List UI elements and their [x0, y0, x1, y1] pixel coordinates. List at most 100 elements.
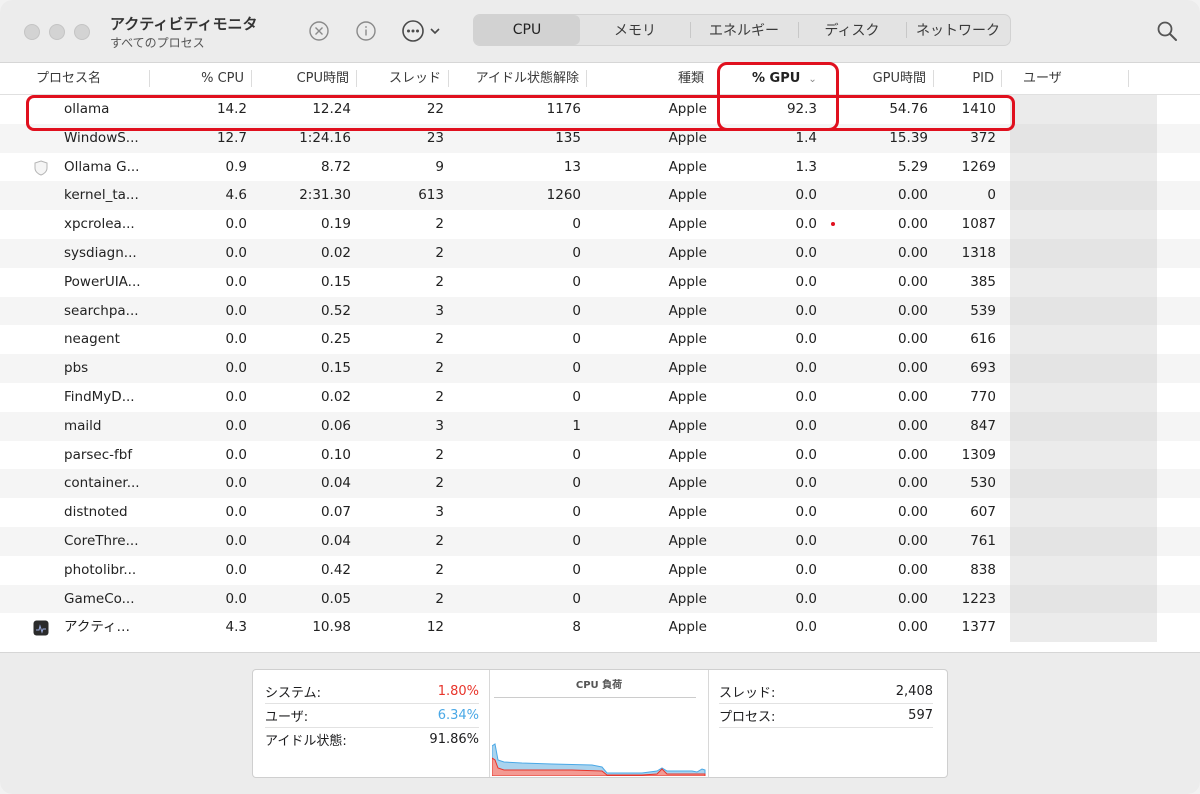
threads-cell: 2	[435, 216, 444, 233]
view-subtitle[interactable]: すべてのプロセス	[110, 34, 205, 51]
pid-cell: 1269	[961, 158, 996, 175]
gpu-time-cell: 0.00	[897, 244, 928, 261]
table-row[interactable]: xpcrolea... 0.0 0.19 2 0 Apple 0.0 0.00 1087	[0, 210, 1200, 239]
tab-energy[interactable]: エネルギー	[690, 15, 798, 45]
table-row[interactable]: kernel_ta... 4.6 2:31.30 613 1260 Apple 0.0 0.0…	[0, 181, 1200, 211]
table-row[interactable]: Ollama G... 0.9 8.72 9 13 Apple 1.3 5.29 1269	[0, 152, 1200, 182]
kind-cell: Apple	[668, 187, 707, 204]
gpu-cell: 0.0	[795, 360, 817, 377]
cpu-time-cell: 0.19	[320, 216, 351, 233]
view-tabs: CPU メモリ エネルギー ディスク ネットワーク	[473, 14, 1011, 46]
tab-network[interactable]: ネットワーク	[906, 15, 1010, 45]
idle-wakeups-cell: 0	[572, 331, 581, 348]
cpu-cell: 0.0	[225, 475, 247, 492]
column-header-kind[interactable]: 種類	[600, 63, 704, 94]
column-header-gpu[interactable]: % GPU ⌄	[752, 63, 832, 94]
more-actions-button[interactable]	[401, 19, 449, 43]
stop-process-button[interactable]	[307, 19, 331, 43]
process-name-cell: container...	[64, 475, 140, 492]
cpu-cell: 0.0	[225, 504, 247, 521]
column-header-cpu-time[interactable]: CPU時間	[262, 63, 357, 94]
gpu-time-cell: 0.00	[897, 619, 928, 636]
shield-icon	[33, 160, 49, 176]
idle-wakeups-cell: 1260	[546, 187, 581, 204]
search-button[interactable]	[1156, 20, 1178, 42]
cpu-time-cell: 0.07	[320, 504, 351, 521]
threads-cell: 2	[435, 532, 444, 549]
threads-cell: 613	[418, 187, 444, 204]
gpu-cell: 0.0	[795, 244, 817, 261]
table-row[interactable]: parsec-fbf 0.0 0.10 2 0 Apple 0.0 0.00 1309	[0, 440, 1200, 470]
threads-cell: 2	[435, 561, 444, 578]
gpu-time-cell: 0.00	[897, 302, 928, 319]
threads-cell: 2	[435, 590, 444, 607]
cpu-time-cell: 8.72	[320, 158, 351, 175]
kind-cell: Apple	[668, 129, 707, 146]
idle-wakeups-cell: 8	[572, 619, 581, 636]
table-row[interactable]: WindowS... 12.7 1:24.16 23 135 Apple 1.4 15.39 3…	[0, 123, 1200, 153]
table-row[interactable]: pbs 0.0 0.15 2 0 Apple 0.0 0.00 693	[0, 354, 1200, 383]
threads-cell: 2	[435, 331, 444, 348]
process-name-cell: CoreThre...	[64, 532, 139, 549]
pid-cell: 607	[970, 504, 996, 521]
cpu-cell: 0.0	[225, 273, 247, 290]
threads-value: 2,408	[895, 683, 933, 699]
table-row[interactable]: maild 0.0 0.06 3 1 Apple 0.0 0.00 847	[0, 411, 1200, 441]
tab-cpu[interactable]: CPU	[474, 15, 580, 45]
column-header-idle-wakeups[interactable]: アイドル状態解除	[460, 63, 587, 94]
column-header-threads[interactable]: スレッド	[368, 63, 449, 94]
table-row[interactable]: ollama 14.2 12.24 22 1176 Apple 92.3 54.76 1410	[0, 95, 1200, 124]
table-row[interactable]: searchpa... 0.0 0.52 3 0 Apple 0.0 0.00 539	[0, 296, 1200, 326]
idle-wakeups-cell: 0	[572, 388, 581, 405]
table-row[interactable]: neagent 0.0 0.25 2 0 Apple 0.0 0.00 616	[0, 325, 1200, 355]
tab-disk[interactable]: ディスク	[798, 15, 906, 45]
system-value: 1.80%	[437, 683, 479, 699]
process-name-cell: neagent	[64, 331, 120, 348]
table-row[interactable]: アクティ… 4.3 10.98 12 8 Apple 0.0 0.00 1377	[0, 613, 1200, 643]
table-row[interactable]: distnoted 0.0 0.07 3 0 Apple 0.0 0.00 607	[0, 498, 1200, 527]
inspect-button[interactable]	[354, 19, 378, 43]
gpu-header-label: % GPU	[752, 71, 801, 86]
user-label: ユーザ:	[265, 709, 309, 725]
column-header-pid[interactable]: PID	[940, 63, 1002, 94]
table-row[interactable]: PowerUIA... 0.0 0.15 2 0 Apple 0.0 0.00 385	[0, 267, 1200, 297]
zoom-window-button[interactable]	[74, 24, 90, 40]
threads-cell: 12	[426, 619, 444, 636]
gpu-time-cell: 0.00	[897, 561, 928, 578]
column-header-cpu[interactable]: % CPU	[160, 63, 252, 94]
idle-wakeups-cell: 0	[572, 244, 581, 261]
user-cell-redacted	[1010, 555, 1157, 585]
kind-cell: Apple	[668, 158, 707, 175]
search-icon	[1157, 21, 1177, 41]
cpu-cell: 12.7	[216, 129, 247, 146]
table-row[interactable]: CoreThre... 0.0 0.04 2 0 Apple 0.0 0.00 761	[0, 526, 1200, 556]
kind-cell: Apple	[668, 446, 707, 463]
column-header-user[interactable]: ユーザ	[1023, 63, 1129, 94]
close-window-button[interactable]	[24, 24, 40, 40]
stop-process-icon	[309, 21, 329, 41]
idle-stat: アイドル状態: 91.86%	[265, 727, 479, 751]
table-row[interactable]: sysdiagn... 0.0 0.02 2 0 Apple 0.0 0.00 1318	[0, 238, 1200, 268]
process-name-cell: kernel_ta...	[64, 187, 139, 204]
column-header-gpu-time[interactable]: GPU時間	[840, 63, 934, 94]
cpu-cell: 0.0	[225, 590, 247, 607]
table-row[interactable]: FindMyD... 0.0 0.02 2 0 Apple 0.0 0.00 770	[0, 382, 1200, 412]
process-name-cell: pbs	[64, 360, 89, 377]
cpu-time-cell: 2:31.30	[299, 187, 351, 204]
pid-cell: 1318	[961, 244, 996, 261]
minimize-window-button[interactable]	[49, 24, 65, 40]
table-row[interactable]: GameCo... 0.0 0.05 2 0 Apple 0.0 0.00 1223	[0, 584, 1200, 614]
tab-memory[interactable]: メモリ	[580, 15, 690, 45]
process-name-cell: GameCo...	[64, 590, 135, 607]
gpu-cell: 0.0	[795, 388, 817, 405]
pid-cell: 372	[970, 129, 996, 146]
gpu-cell: 0.0	[795, 273, 817, 290]
table-row[interactable]: photolibr... 0.0 0.42 2 0 Apple 0.0 0.00 838	[0, 555, 1200, 585]
processes-value: 597	[908, 707, 933, 723]
gpu-cell: 0.0	[795, 302, 817, 319]
system-label: システム:	[265, 685, 321, 701]
process-name-cell: WindowS...	[64, 129, 139, 146]
table-row[interactable]: container... 0.0 0.04 2 0 Apple 0.0 0.00 530	[0, 469, 1200, 499]
column-header-process-name[interactable]: プロセス名	[36, 63, 150, 94]
cpu-cell: 0.0	[225, 331, 247, 348]
